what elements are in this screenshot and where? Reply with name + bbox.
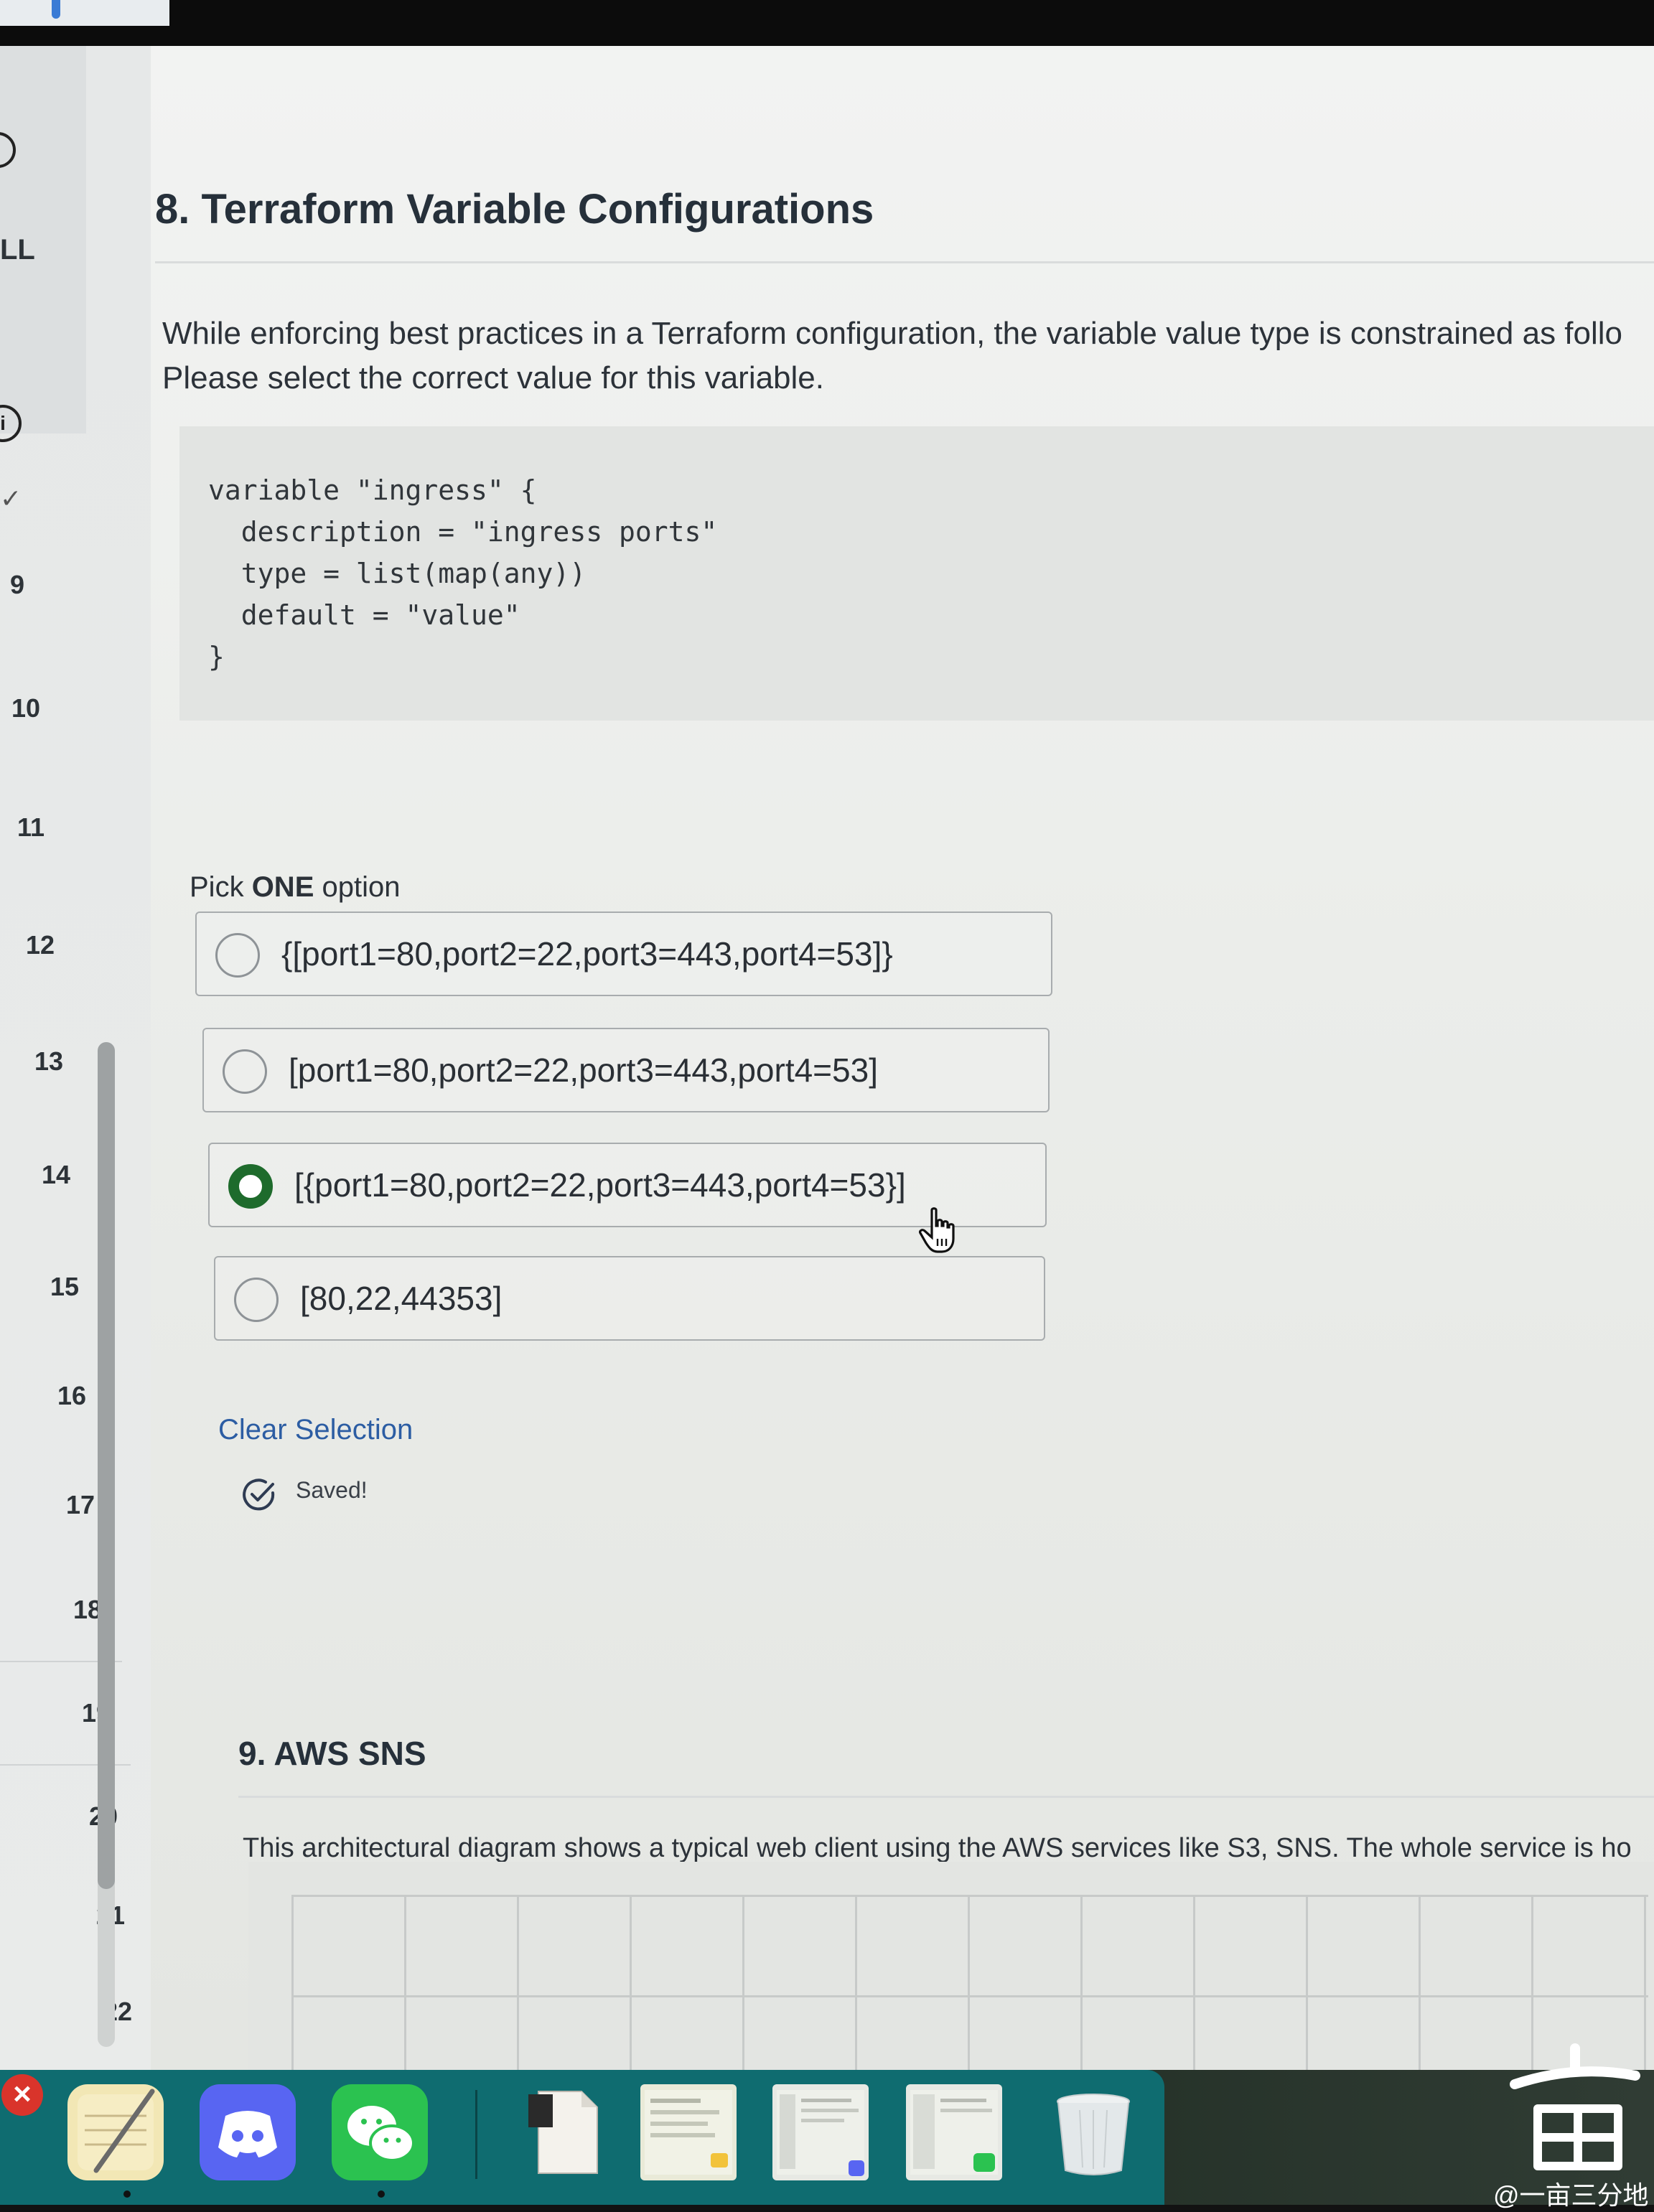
title-divider — [155, 261, 1654, 263]
window-thumbnail-icon — [777, 2090, 864, 2176]
wechat-window-icon[interactable] — [906, 2084, 1002, 2180]
check-icon: ✓ — [0, 484, 22, 513]
question-content: 8. Terraform Variable Configurations Whi… — [151, 46, 1654, 2070]
radio-button[interactable] — [234, 1278, 279, 1322]
sidebar-item-11[interactable]: 11 — [17, 812, 45, 843]
sidebar-scrollbar-thumb[interactable] — [98, 1042, 115, 1889]
test-page: LL i ✓ 9 10 11 12 13 14 15 16 17 18 19 2… — [0, 46, 1654, 2070]
grid-line — [291, 1995, 1648, 1997]
watermark-logo — [1510, 2043, 1640, 2170]
grid-line — [855, 1895, 857, 2070]
answer-option-1[interactable]: {[port1=80,port2=22,port3=443,port4=53]} — [195, 911, 1052, 996]
question-text: While enforcing best practices in a Terr… — [162, 311, 1654, 400]
window-thumbnail-icon — [645, 2090, 732, 2175]
radio-button-selected[interactable] — [228, 1164, 273, 1209]
question-title: 9. AWS SNS — [238, 1735, 426, 1772]
sidebar-item-16[interactable]: 16 — [57, 1381, 86, 1411]
sidebar-partial-label: LL — [0, 234, 35, 266]
question-text-line: While enforcing best practices in a Terr… — [162, 316, 1623, 351]
pick-emphasis: ONE — [251, 871, 314, 903]
diagram-grid — [291, 1895, 1654, 2070]
grid-line — [1419, 1895, 1421, 2070]
sidebar-item-12[interactable]: 12 — [26, 930, 55, 960]
answer-option-label: [{port1=80,port2=22,port3=443,port4=53}] — [294, 1166, 906, 1204]
grid-line — [630, 1895, 632, 2070]
clear-selection-link[interactable]: Clear Selection — [218, 1414, 413, 1446]
trash-icon[interactable] — [1045, 2084, 1141, 2180]
grid-line — [517, 1895, 519, 2070]
check-circle-icon — [243, 1478, 275, 1511]
pick-prefix: Pick — [190, 871, 252, 903]
sidebar-item-17[interactable]: 17 — [66, 1490, 95, 1520]
grid-line — [291, 1895, 1648, 1897]
window-thumbnail-icon — [910, 2090, 998, 2175]
discord-icon[interactable] — [200, 2084, 296, 2180]
pick-instruction: Pick ONE option — [190, 871, 400, 904]
watermark-text: @一亩三分地 — [1493, 2180, 1649, 2210]
question-text-line: Please select the correct value for this… — [162, 360, 825, 395]
trash-can-icon — [1057, 2094, 1130, 2175]
grid-line — [742, 1895, 744, 2070]
discord-logo-icon — [218, 2111, 277, 2157]
code-snippet: variable "ingress" { description = "ingr… — [208, 474, 718, 672]
discord-window-icon[interactable] — [772, 2084, 869, 2180]
grid-line — [1644, 1895, 1646, 2070]
hand-cursor-icon — [919, 1207, 955, 1253]
wechat-icon[interactable] — [332, 2084, 428, 2180]
grid-line — [291, 1895, 294, 2070]
sidebar-item-9[interactable]: 9 — [10, 570, 24, 600]
tab-accent — [52, 0, 60, 19]
answer-option-2[interactable]: [port1=80,port2=22,port3=443,port4=53] — [202, 1028, 1050, 1112]
sidebar-item-13[interactable]: 13 — [34, 1046, 63, 1077]
grid-line — [1306, 1895, 1308, 2070]
grid-line — [1193, 1895, 1195, 2070]
dock-running-indicator — [378, 2190, 385, 2198]
close-icon[interactable]: × — [1, 2074, 43, 2116]
radio-button[interactable] — [223, 1049, 267, 1094]
radio-button[interactable] — [215, 933, 260, 978]
browser-top-strip — [0, 0, 1654, 46]
grid-line — [404, 1895, 406, 2070]
textedit-icon[interactable] — [67, 2084, 164, 2180]
browser-tab-stub[interactable] — [0, 0, 169, 26]
dock-running-indicator — [123, 2190, 131, 2198]
file-icon — [528, 2091, 598, 2174]
answer-option-label: [80,22,44353] — [300, 1280, 503, 1317]
saved-status: Saved! — [296, 1477, 368, 1503]
notepad-pen-icon — [78, 2089, 155, 2173]
sidebar-item-14[interactable]: 14 — [42, 1160, 70, 1190]
grid-line — [968, 1895, 970, 2070]
dock-divider — [475, 2090, 477, 2179]
wechat-logo-icon — [347, 2106, 415, 2162]
grid-line — [1080, 1895, 1083, 2070]
question-title: 8. Terraform Variable Configurations — [155, 186, 874, 233]
answer-option-label: {[port1=80,port2=22,port3=443,port4=53]} — [281, 935, 893, 973]
sidebar-item-10[interactable]: 10 — [11, 693, 40, 723]
notes-window-icon[interactable] — [640, 2084, 737, 2180]
document-icon[interactable] — [520, 2084, 616, 2180]
pick-suffix: option — [314, 871, 401, 903]
question-sidebar: LL i ✓ 9 10 11 12 13 14 15 16 17 18 19 2… — [0, 46, 151, 2070]
title-divider — [238, 1796, 1654, 1798]
answer-option-4[interactable]: [80,22,44353] — [214, 1256, 1045, 1341]
question-text: This architectural diagram shows a typic… — [243, 1833, 1632, 1863]
answer-option-label: [port1=80,port2=22,port3=443,port4=53] — [289, 1051, 878, 1089]
sidebar-item-15[interactable]: 15 — [50, 1272, 79, 1302]
